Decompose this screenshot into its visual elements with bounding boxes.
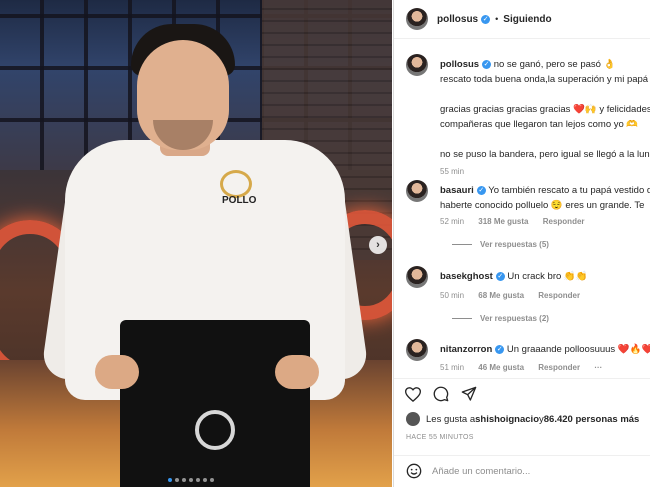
- post-side-panel: pollosus ✓ • Siguiendo pollosus ✓ no se g…: [393, 0, 650, 487]
- carousel-dot: [196, 478, 200, 482]
- reply-button[interactable]: Responder: [538, 363, 580, 372]
- carousel-dot: [210, 478, 214, 482]
- chef-apron: [120, 320, 310, 487]
- caption-username[interactable]: pollosus: [440, 59, 479, 70]
- caption-line: no se puso la bandera, pero igual se lle…: [440, 149, 650, 160]
- post-header: pollosus ✓ • Siguiendo: [394, 0, 650, 39]
- carousel-next-button[interactable]: ›: [369, 236, 387, 254]
- add-comment-bar: [394, 455, 650, 487]
- post-timestamp[interactable]: HACE 55 MINUTOS: [406, 434, 474, 441]
- caption-line: no se ganó, pero se pasó 👌: [491, 59, 616, 70]
- caption-line: compañeras que llegaron tan lejos como y…: [440, 119, 639, 130]
- comment-time[interactable]: 52 min: [440, 217, 464, 226]
- jacket-name-text: POLLO: [222, 195, 257, 206]
- view-replies-button[interactable]: Ver respuestas (2): [452, 314, 549, 323]
- post-actions-bar: [394, 378, 650, 408]
- comment-line: Un graaande polloosuuus ❤️🔥❤️: [504, 344, 650, 355]
- header-separator: •: [495, 14, 499, 24]
- comment-username[interactable]: nitanzorron: [440, 344, 492, 355]
- comment-likes[interactable]: 318 Me gusta: [478, 217, 528, 226]
- chef-hand-left: [95, 355, 139, 389]
- comment-text: basauri ✓ Yo también rescato a tu papá ve…: [440, 183, 650, 213]
- reply-button[interactable]: Responder: [538, 291, 580, 300]
- avatar[interactable]: [406, 266, 428, 288]
- comment-line: Un crack bro 👏👏: [504, 271, 588, 282]
- following-button[interactable]: Siguiendo: [503, 14, 551, 25]
- carousel-dot-active: [168, 478, 172, 482]
- post-photo[interactable]: POLLO ›: [0, 0, 392, 487]
- carousel-dots: [168, 478, 214, 482]
- comment-meta: 50 min 68 Me gusta Responder: [440, 291, 580, 300]
- avatar[interactable]: [406, 339, 428, 361]
- comment-username[interactable]: basekghost: [440, 271, 493, 282]
- comments-list: pollosus ✓ no se ganó, pero se pasó 👌 res…: [394, 40, 650, 378]
- comment-line: Yo también rescato a tu papá vestido d: [485, 185, 650, 196]
- avatar[interactable]: [406, 180, 428, 202]
- verified-badge-icon: ✓: [482, 59, 492, 69]
- verified-badge-icon: ✓: [495, 344, 505, 354]
- carousel-dot: [182, 478, 186, 482]
- comment-username[interactable]: basauri: [440, 185, 474, 196]
- comment-likes[interactable]: 68 Me gusta: [478, 291, 524, 300]
- heart-icon[interactable]: [404, 385, 422, 403]
- emoji-icon[interactable]: [406, 463, 422, 481]
- likes-count[interactable]: 86.420 personas más: [544, 414, 640, 425]
- likes-prefix: Les gusta a: [426, 413, 476, 425]
- reply-button[interactable]: Responder: [543, 217, 585, 226]
- header-username[interactable]: pollosus: [437, 14, 478, 25]
- comment-meta: 52 min 318 Me gusta Responder: [440, 217, 585, 226]
- caption-line: rescato toda buena onda,la superación y …: [440, 74, 649, 85]
- verified-badge-icon: ✓: [481, 14, 491, 24]
- comment-text: nitanzorron ✓ Un graaande polloosuuus ❤️🔥…: [440, 342, 650, 357]
- comment-options-button[interactable]: ···: [594, 363, 602, 372]
- chef-figure: POLLO: [40, 20, 370, 487]
- comment-input[interactable]: [432, 466, 632, 477]
- avatar[interactable]: [406, 412, 420, 426]
- carousel-dot: [189, 478, 193, 482]
- comment-icon[interactable]: [432, 385, 450, 403]
- likes-summary[interactable]: Les gusta a shishoignacio y 86.420 perso…: [406, 412, 639, 426]
- masterchef-badge-icon: [220, 170, 252, 198]
- view-replies-button[interactable]: Ver respuestas (5): [452, 240, 549, 249]
- chef-hand-right: [275, 355, 319, 389]
- caption-time[interactable]: 55 min: [440, 167, 464, 176]
- carousel-dot: [203, 478, 207, 482]
- comment-meta: 51 min 46 Me gusta Responder ···: [440, 363, 602, 372]
- comment-likes[interactable]: 46 Me gusta: [478, 363, 524, 372]
- verified-badge-icon: ✓: [476, 185, 486, 195]
- avatar[interactable]: [406, 8, 428, 30]
- avatar[interactable]: [406, 54, 428, 76]
- caption-line: gracias gracias gracias gracias ❤️🙌 y fe…: [440, 104, 650, 115]
- caption-text: pollosus ✓ no se ganó, pero se pasó 👌 res…: [440, 57, 650, 162]
- apron-logo-icon: [195, 410, 235, 450]
- carousel-dot: [175, 478, 179, 482]
- share-icon[interactable]: [460, 385, 478, 403]
- instagram-post-view: POLLO › pollosus ✓ • Siguiendo pollosus …: [0, 0, 650, 487]
- comment-line: haberte conocido polluelo 😌 eres un gran…: [440, 200, 645, 211]
- likes-user[interactable]: shishoignacio: [475, 414, 539, 425]
- comment-time[interactable]: 50 min: [440, 291, 464, 300]
- comment-time[interactable]: 51 min: [440, 363, 464, 372]
- comment-text: basekghost ✓ Un crack bro 👏👏: [440, 269, 650, 284]
- verified-badge-icon: ✓: [495, 271, 505, 281]
